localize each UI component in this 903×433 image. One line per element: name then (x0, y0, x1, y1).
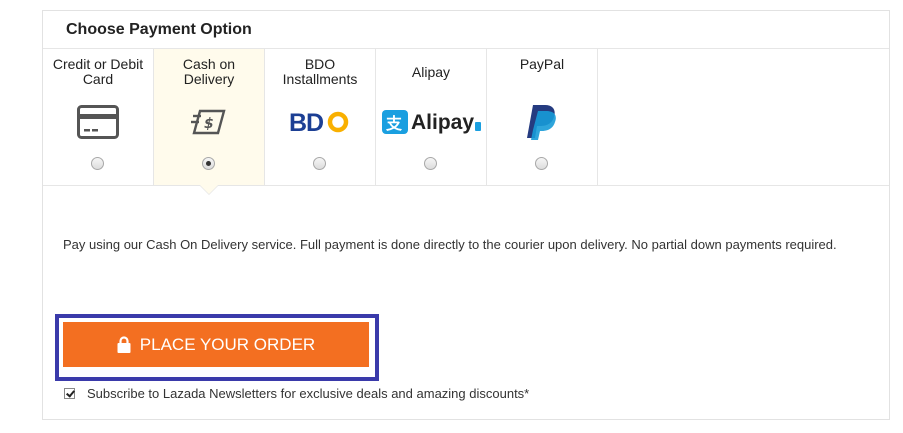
radio-paypal[interactable] (535, 157, 548, 170)
option-label: BDO Installments (282, 56, 358, 87)
subscribe-row: Subscribe to Lazada Newsletters for excl… (64, 386, 529, 401)
place-order-label: PLACE YOUR ORDER (139, 334, 316, 354)
bdo-logo: BD (265, 102, 375, 142)
payment-option-alipay[interactable]: Alipay 支 Alipay (376, 49, 487, 185)
radio-credit-card[interactable] (91, 157, 104, 170)
radio-alipay[interactable] (424, 157, 437, 170)
svg-text:Alipay: Alipay (411, 111, 474, 134)
svg-text:支: 支 (385, 114, 403, 133)
credit-card-icon (43, 102, 153, 142)
cash-on-delivery-icon: $ (154, 102, 264, 142)
payment-options: Credit or Debit Card Cash on Delivery $ … (43, 49, 598, 185)
option-label: Cash on Delivery (182, 56, 236, 87)
subscribe-checkbox[interactable] (64, 388, 75, 399)
payment-option-bdo-installments[interactable]: BDO Installments BD (265, 49, 376, 185)
payment-option-cash-on-delivery[interactable]: Cash on Delivery $ (154, 49, 265, 185)
svg-text:$: $ (204, 116, 214, 132)
payment-description: Pay using our Cash On Delivery service. … (63, 237, 837, 252)
selection-pointer-fill (200, 185, 218, 194)
radio-cash-on-delivery[interactable] (202, 157, 215, 170)
option-label: PayPal (519, 56, 565, 72)
paypal-logo (487, 102, 597, 142)
place-order-button[interactable]: PLACE YOUR ORDER (63, 322, 369, 367)
payment-option-credit-card[interactable]: Credit or Debit Card (43, 49, 154, 185)
option-label: Alipay (411, 64, 451, 80)
alipay-logo: 支 Alipay (376, 102, 486, 142)
svg-text:BD: BD (289, 109, 323, 135)
divider (43, 185, 889, 186)
option-label: Credit or Debit Card (52, 56, 144, 87)
lock-icon (117, 336, 131, 353)
radio-bdo-installments[interactable] (313, 157, 326, 170)
payment-option-paypal[interactable]: PayPal (487, 49, 598, 185)
subscribe-label: Subscribe to Lazada Newsletters for excl… (87, 386, 530, 401)
panel-title: Choose Payment Option (66, 21, 252, 38)
